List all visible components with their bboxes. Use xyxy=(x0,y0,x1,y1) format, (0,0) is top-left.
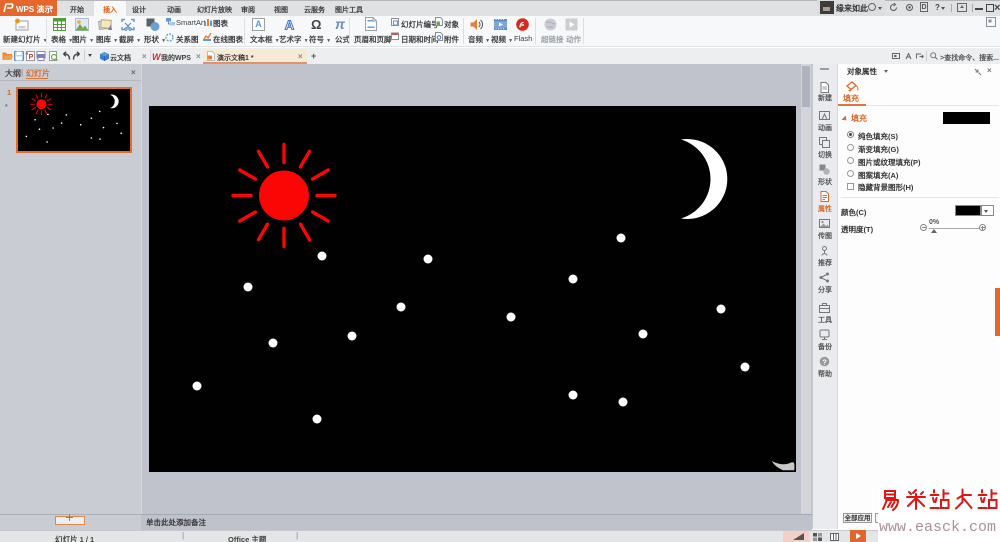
svg-text:A: A xyxy=(285,18,295,31)
svg-text:A: A xyxy=(255,19,262,29)
svg-text:?: ? xyxy=(822,357,827,366)
svg-text:P: P xyxy=(29,54,34,61)
